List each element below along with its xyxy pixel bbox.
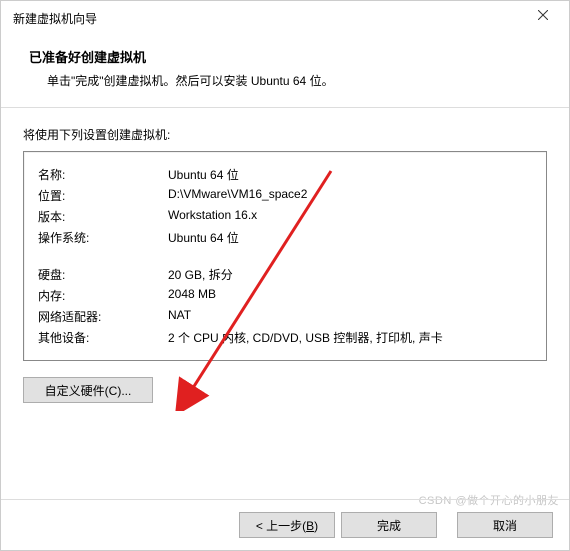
setting-label: 名称:: [38, 164, 168, 185]
close-button[interactable]: [523, 1, 563, 29]
setting-label: 其他设备:: [38, 327, 168, 348]
setting-value: 2048 MB: [168, 285, 532, 306]
button-bar: < 上一步(B) 完成 取消: [1, 499, 569, 550]
setting-label: 位置:: [38, 185, 168, 206]
setting-label: 操作系统:: [38, 227, 168, 248]
titlebar: 新建虚拟机向导: [1, 1, 569, 35]
customize-hardware-button[interactable]: 自定义硬件(C)...: [23, 377, 153, 403]
settings-intro-label: 将使用下列设置创建虚拟机:: [23, 126, 547, 143]
setting-row-name: 名称: Ubuntu 64 位: [38, 164, 532, 185]
content-area: 将使用下列设置创建虚拟机: 名称: Ubuntu 64 位 位置: D:\VMw…: [1, 108, 569, 413]
page-subtitle: 单击"完成"创建虚拟机。然后可以安装 Ubuntu 64 位。: [29, 72, 541, 89]
header-section: 已准备好创建虚拟机 单击"完成"创建虚拟机。然后可以安装 Ubuntu 64 位…: [1, 35, 569, 108]
setting-row-other: 其他设备: 2 个 CPU 内核, CD/DVD, USB 控制器, 打印机, …: [38, 327, 532, 348]
setting-row-location: 位置: D:\VMware\VM16_space2: [38, 185, 532, 206]
back-button[interactable]: < 上一步(B): [239, 512, 335, 538]
page-title: 已准备好创建虚拟机: [29, 47, 541, 66]
window-title: 新建虚拟机向导: [13, 10, 97, 27]
setting-label: 硬盘:: [38, 264, 168, 285]
setting-row-memory: 内存: 2048 MB: [38, 285, 532, 306]
setting-label: 网络适配器:: [38, 306, 168, 327]
finish-button[interactable]: 完成: [341, 512, 437, 538]
setting-value: D:\VMware\VM16_space2: [168, 185, 532, 206]
setting-value: 20 GB, 拆分: [168, 264, 532, 285]
setting-row-os: 操作系统: Ubuntu 64 位: [38, 227, 532, 248]
settings-table: 名称: Ubuntu 64 位 位置: D:\VMware\VM16_space…: [38, 164, 532, 348]
setting-value: 2 个 CPU 内核, CD/DVD, USB 控制器, 打印机, 声卡: [168, 327, 532, 348]
setting-row-network: 网络适配器: NAT: [38, 306, 532, 327]
finish-label: 完成: [377, 519, 401, 533]
close-icon: [538, 10, 548, 20]
setting-row-version: 版本: Workstation 16.x: [38, 206, 532, 227]
setting-row-disk: 硬盘: 20 GB, 拆分: [38, 264, 532, 285]
settings-box: 名称: Ubuntu 64 位 位置: D:\VMware\VM16_space…: [23, 151, 547, 361]
setting-value: Workstation 16.x: [168, 206, 532, 227]
setting-value: Ubuntu 64 位: [168, 164, 532, 185]
setting-value: NAT: [168, 306, 532, 327]
cancel-label: 取消: [493, 519, 517, 533]
setting-label: 内存:: [38, 285, 168, 306]
cancel-button[interactable]: 取消: [457, 512, 553, 538]
setting-value: Ubuntu 64 位: [168, 227, 532, 248]
setting-label: 版本:: [38, 206, 168, 227]
customize-hardware-label: 自定义硬件(C)...: [45, 384, 132, 398]
